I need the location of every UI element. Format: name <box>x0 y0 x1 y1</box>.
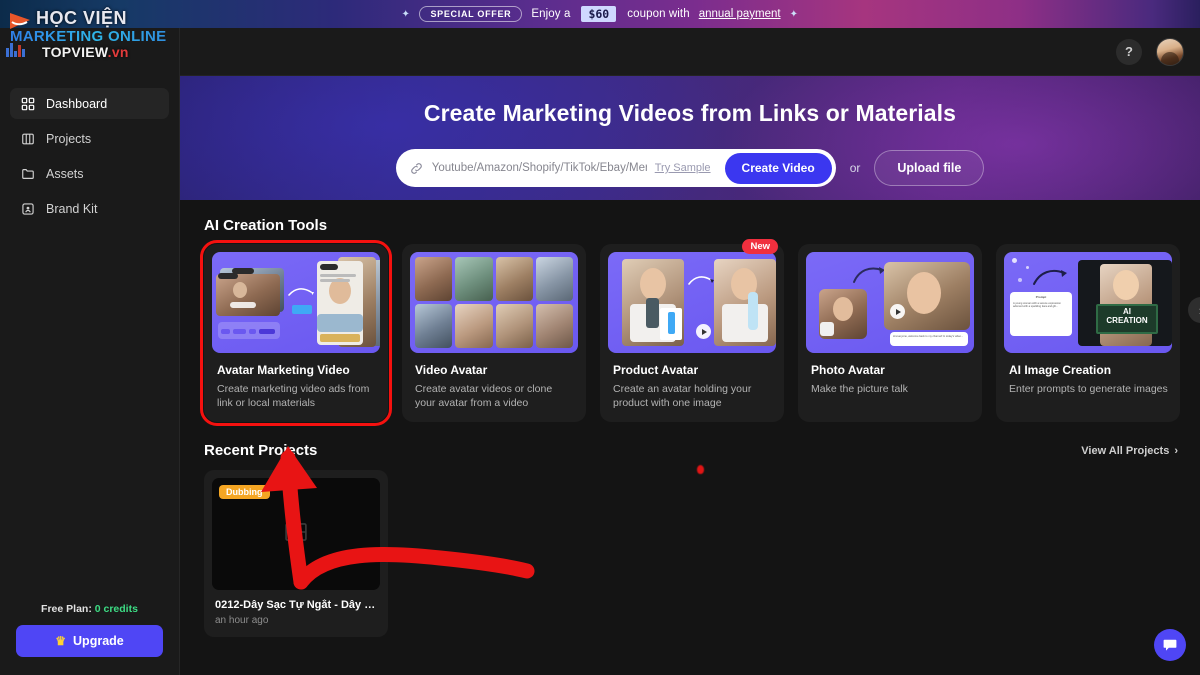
promo-amount: $60 <box>581 6 617 22</box>
page-title: Create Marketing Videos from Links or Ma… <box>423 100 957 126</box>
crown-icon: ♛ <box>55 634 67 648</box>
tool-thumbnail-ai-image-creation: Prompt A young woman with a serene expre… <box>1004 252 1172 353</box>
upload-file-button[interactable]: Upload file <box>874 150 985 186</box>
help-icon[interactable]: ? <box>1116 38 1142 65</box>
sidebar-item-dashboard[interactable]: Dashboard <box>10 88 169 119</box>
prompt-bubble: Prompt A young woman with a serene expre… <box>1010 292 1072 336</box>
sidebar-nav: Dashboard Projects Assets Brand Kit <box>0 28 179 224</box>
upgrade-button-label: Upgrade <box>73 634 124 648</box>
plan-credits: 0 credits <box>94 603 138 615</box>
app-root: ✦ SPECIAL OFFER Enjoy a $60 coupon with … <box>0 0 1200 675</box>
project-timestamp: an hour ago <box>215 615 269 627</box>
url-input-pill: Try Sample Create Video <box>395 149 836 187</box>
plan-section: Free Plan: 0 credits ♛ Upgrade <box>0 603 179 675</box>
tool-card-desc: Create marketing video ads from link or … <box>217 383 370 410</box>
search-input[interactable] <box>431 162 647 174</box>
play-icon <box>696 324 711 339</box>
sidebar-item-label-dashboard: Dashboard <box>46 96 108 111</box>
tool-thumbnail-avatar-marketing-video <box>212 252 380 353</box>
project-card[interactable]: Dubbing 0212-Dây Sạc Tự Ngắt - Dây Cáp .… <box>204 470 388 638</box>
link-icon <box>410 162 424 175</box>
chevron-right-icon[interactable]: › <box>1188 297 1200 323</box>
chat-bubble-icon[interactable] <box>1154 629 1186 661</box>
status-badge: Dubbing <box>219 485 270 500</box>
recent-projects-title: Recent Projects <box>204 442 318 460</box>
plan-label: Free Plan: <box>41 603 92 615</box>
sidebar-item-label-projects: Projects <box>46 131 92 146</box>
film-icon <box>20 131 35 146</box>
sidebar: Dashboard Projects Assets Brand Kit Free… <box>0 28 180 675</box>
annual-payment-link[interactable]: annual payment <box>699 8 781 20</box>
promo-text-before: Enjoy a <box>531 8 571 20</box>
plan-status: Free Plan: 0 credits <box>16 603 163 615</box>
tool-card-title: AI Image Creation <box>1009 363 1112 377</box>
tool-card-title: Video Avatar <box>415 363 488 377</box>
projects-list: Dubbing 0212-Dây Sạc Tự Ngắt - Dây Cáp .… <box>180 470 1200 638</box>
tool-card-avatar-marketing-video[interactable]: Avatar Marketing Video Create marketing … <box>200 239 392 427</box>
view-all-projects-link[interactable]: View All Projects › <box>1081 445 1178 457</box>
sidebar-item-label-brand-kit: Brand Kit <box>46 201 98 216</box>
tool-thumbnail-photo-avatar: Hi everyone, welcome back to my channel!… <box>806 252 974 353</box>
sidebar-item-label-assets: Assets <box>46 166 84 181</box>
tool-thumbnail-product-avatar <box>608 252 776 353</box>
project-title: 0212-Dây Sạc Tự Ngắt - Dây Cáp ... <box>215 599 380 612</box>
promo-banner: ✦ SPECIAL OFFER Enjoy a $60 coupon with … <box>0 0 1200 28</box>
tool-card-ai-image-creation[interactable]: Prompt A young woman with a serene expre… <box>996 244 1180 423</box>
tool-card-photo-avatar[interactable]: Hi everyone, welcome back to my channel!… <box>798 244 982 423</box>
tool-card-title: Product Avatar <box>613 363 699 377</box>
or-separator: or <box>849 161 861 175</box>
play-icon <box>890 304 905 319</box>
brand-kit-icon <box>20 201 35 216</box>
grid-icon <box>20 96 35 111</box>
chevron-right-icon: › <box>1174 444 1178 457</box>
tool-card-desc: Enter prompts to generate images <box>1009 383 1168 395</box>
hero-actions: Try Sample Create Video or Upload file <box>180 149 1200 187</box>
new-badge: New <box>742 239 778 254</box>
tool-card-desc: Make the picture talk <box>811 383 908 395</box>
tool-card-desc: Create an avatar holding your product wi… <box>613 383 752 410</box>
tool-card-desc: Create avatar videos or clone your avata… <box>415 383 553 410</box>
recent-projects-header: Recent Projects View All Projects › <box>204 442 1178 459</box>
sparkle-icon-right: ✦ <box>789 8 798 20</box>
special-offer-badge: SPECIAL OFFER <box>419 5 523 23</box>
view-all-label: View All Projects <box>1081 444 1170 457</box>
avatar-grid <box>415 257 573 348</box>
upgrade-button[interactable]: ♛ Upgrade <box>16 625 163 657</box>
tool-card-title: Photo Avatar <box>811 363 885 377</box>
main-content: Create Marketing Videos from Links or Ma… <box>180 76 1200 675</box>
try-sample-link[interactable]: Try Sample <box>655 162 711 174</box>
avatar[interactable] <box>1156 37 1184 66</box>
sidebar-item-assets[interactable]: Assets <box>10 158 169 189</box>
sparkle-icon: ✦ <box>401 8 410 20</box>
create-video-button[interactable]: Create Video <box>724 152 832 184</box>
tool-thumbnail-video-avatar <box>410 252 578 353</box>
ai-creation-tools-title: AI Creation Tools <box>204 217 328 234</box>
tools-carousel: Avatar Marketing Video Create marketing … <box>180 239 1200 427</box>
tool-card-video-avatar[interactable]: Video Avatar Create avatar videos or clo… <box>402 244 586 423</box>
sidebar-item-projects[interactable]: Projects <box>10 123 169 154</box>
promo-text-mid: coupon with <box>627 8 690 20</box>
hero-banner: Create Marketing Videos from Links or Ma… <box>180 76 1200 200</box>
project-thumbnail: Dubbing <box>212 478 380 591</box>
folder-icon <box>20 166 35 181</box>
sidebar-item-brand-kit[interactable]: Brand Kit <box>10 193 169 224</box>
tool-card-title: Avatar Marketing Video <box>217 363 350 377</box>
top-bar: ? <box>0 28 1200 76</box>
red-cursor-dot <box>697 465 704 474</box>
tool-card-product-avatar[interactable]: New Product Avatar Create an avatar hold… <box>600 239 784 423</box>
caption-bubble: Hi everyone, welcome back to my channel!… <box>890 332 968 346</box>
film-placeholder-icon <box>285 522 307 546</box>
